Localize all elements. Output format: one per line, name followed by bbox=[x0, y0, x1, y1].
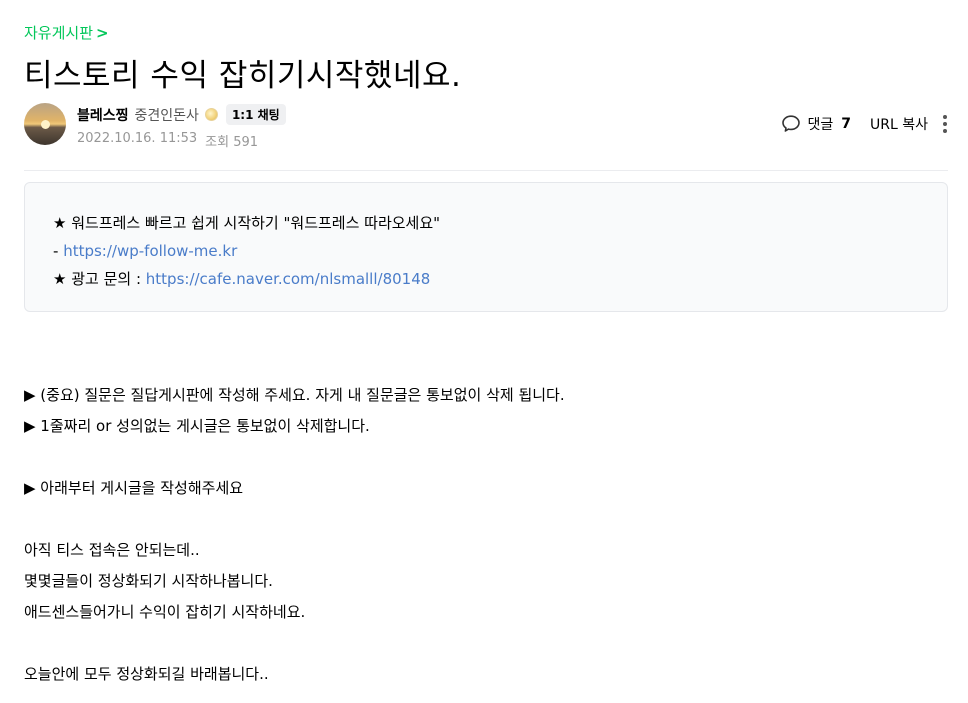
post-views: 조회 591 bbox=[205, 135, 259, 150]
body-paragraph-4: 오늘안에 모두 정상화되길 바래봅니다.. bbox=[24, 665, 269, 683]
url-copy-button[interactable]: URL 복사 bbox=[870, 114, 928, 134]
notice-line2: - https://wp-follow-me.kr bbox=[53, 237, 919, 265]
post-title: 티스토리 수익 잡히기시작했네요. bbox=[24, 58, 462, 94]
rule-line-3: ▶ 아래부터 게시글을 작성해주세요 bbox=[24, 479, 244, 497]
comment-count[interactable]: 7 bbox=[841, 116, 851, 132]
author-info: 블레스찡 중견인돈사 1:1 채팅 bbox=[77, 104, 286, 125]
post-date: 2022.10.16. 11:53 bbox=[77, 131, 198, 146]
author-nickname[interactable]: 블레스찡 bbox=[77, 105, 129, 125]
post-meta: 2022.10.16. 11:53 조회 591 bbox=[77, 131, 258, 150]
level-badge-icon bbox=[204, 108, 218, 121]
notice-line3: ★ 광고 문의 : https://cafe.naver.com/nlsmall… bbox=[53, 265, 919, 293]
body-paragraph-1: 아직 티스 접속은 안되는데.. bbox=[24, 541, 200, 559]
notice-line1: ★ 워드프레스 빠르고 쉽게 시작하기 "워드프레스 따라오세요" bbox=[53, 214, 441, 232]
rule-line-1: ▶ (중요) 질문은 질답게시판에 작성해 주세요. 자게 내 질문글은 통보없… bbox=[24, 386, 565, 404]
notice-line2-prefix: - bbox=[53, 242, 64, 260]
comment-label[interactable]: 댓글 bbox=[807, 114, 833, 134]
board-name[interactable]: 자유게시판 bbox=[24, 22, 93, 43]
divider bbox=[24, 170, 948, 171]
post-body: ▶ (중요) 질문은 질답게시판에 작성해 주세요. 자게 내 질문글은 통보없… bbox=[24, 380, 565, 690]
wp-follow-me-link[interactable]: https://wp-follow-me.kr bbox=[63, 242, 237, 260]
comment-button[interactable]: 댓글 7 bbox=[781, 114, 851, 134]
notice-box: ★ 워드프레스 빠르고 쉽게 시작하기 "워드프레스 따라오세요" - http… bbox=[24, 182, 948, 312]
rule-line-2: ▶ 1줄짜리 or 성의없는 게시글은 통보없이 삭제합니다. bbox=[24, 417, 370, 435]
body-paragraph-2: 몇몇글들이 정상화되기 시작하나봅니다. bbox=[24, 572, 273, 590]
notice-line3-prefix: ★ 광고 문의 : bbox=[53, 270, 146, 288]
body-paragraph-3: 애드센스들어가니 수익이 잡히기 시작하네요. bbox=[24, 603, 306, 621]
avatar[interactable] bbox=[24, 103, 66, 145]
board-link[interactable]: 자유게시판 > bbox=[24, 22, 109, 43]
post-tools: 댓글 7 URL 복사 bbox=[781, 114, 948, 134]
ad-inquiry-link[interactable]: https://cafe.naver.com/nlsmalll/80148 bbox=[146, 270, 431, 288]
author-level: 중견인돈사 bbox=[134, 107, 199, 124]
chevron-right-icon: > bbox=[96, 23, 109, 42]
comment-icon bbox=[782, 115, 801, 132]
more-vertical-icon[interactable] bbox=[942, 115, 948, 133]
chat-button[interactable]: 1:1 채팅 bbox=[225, 104, 286, 125]
